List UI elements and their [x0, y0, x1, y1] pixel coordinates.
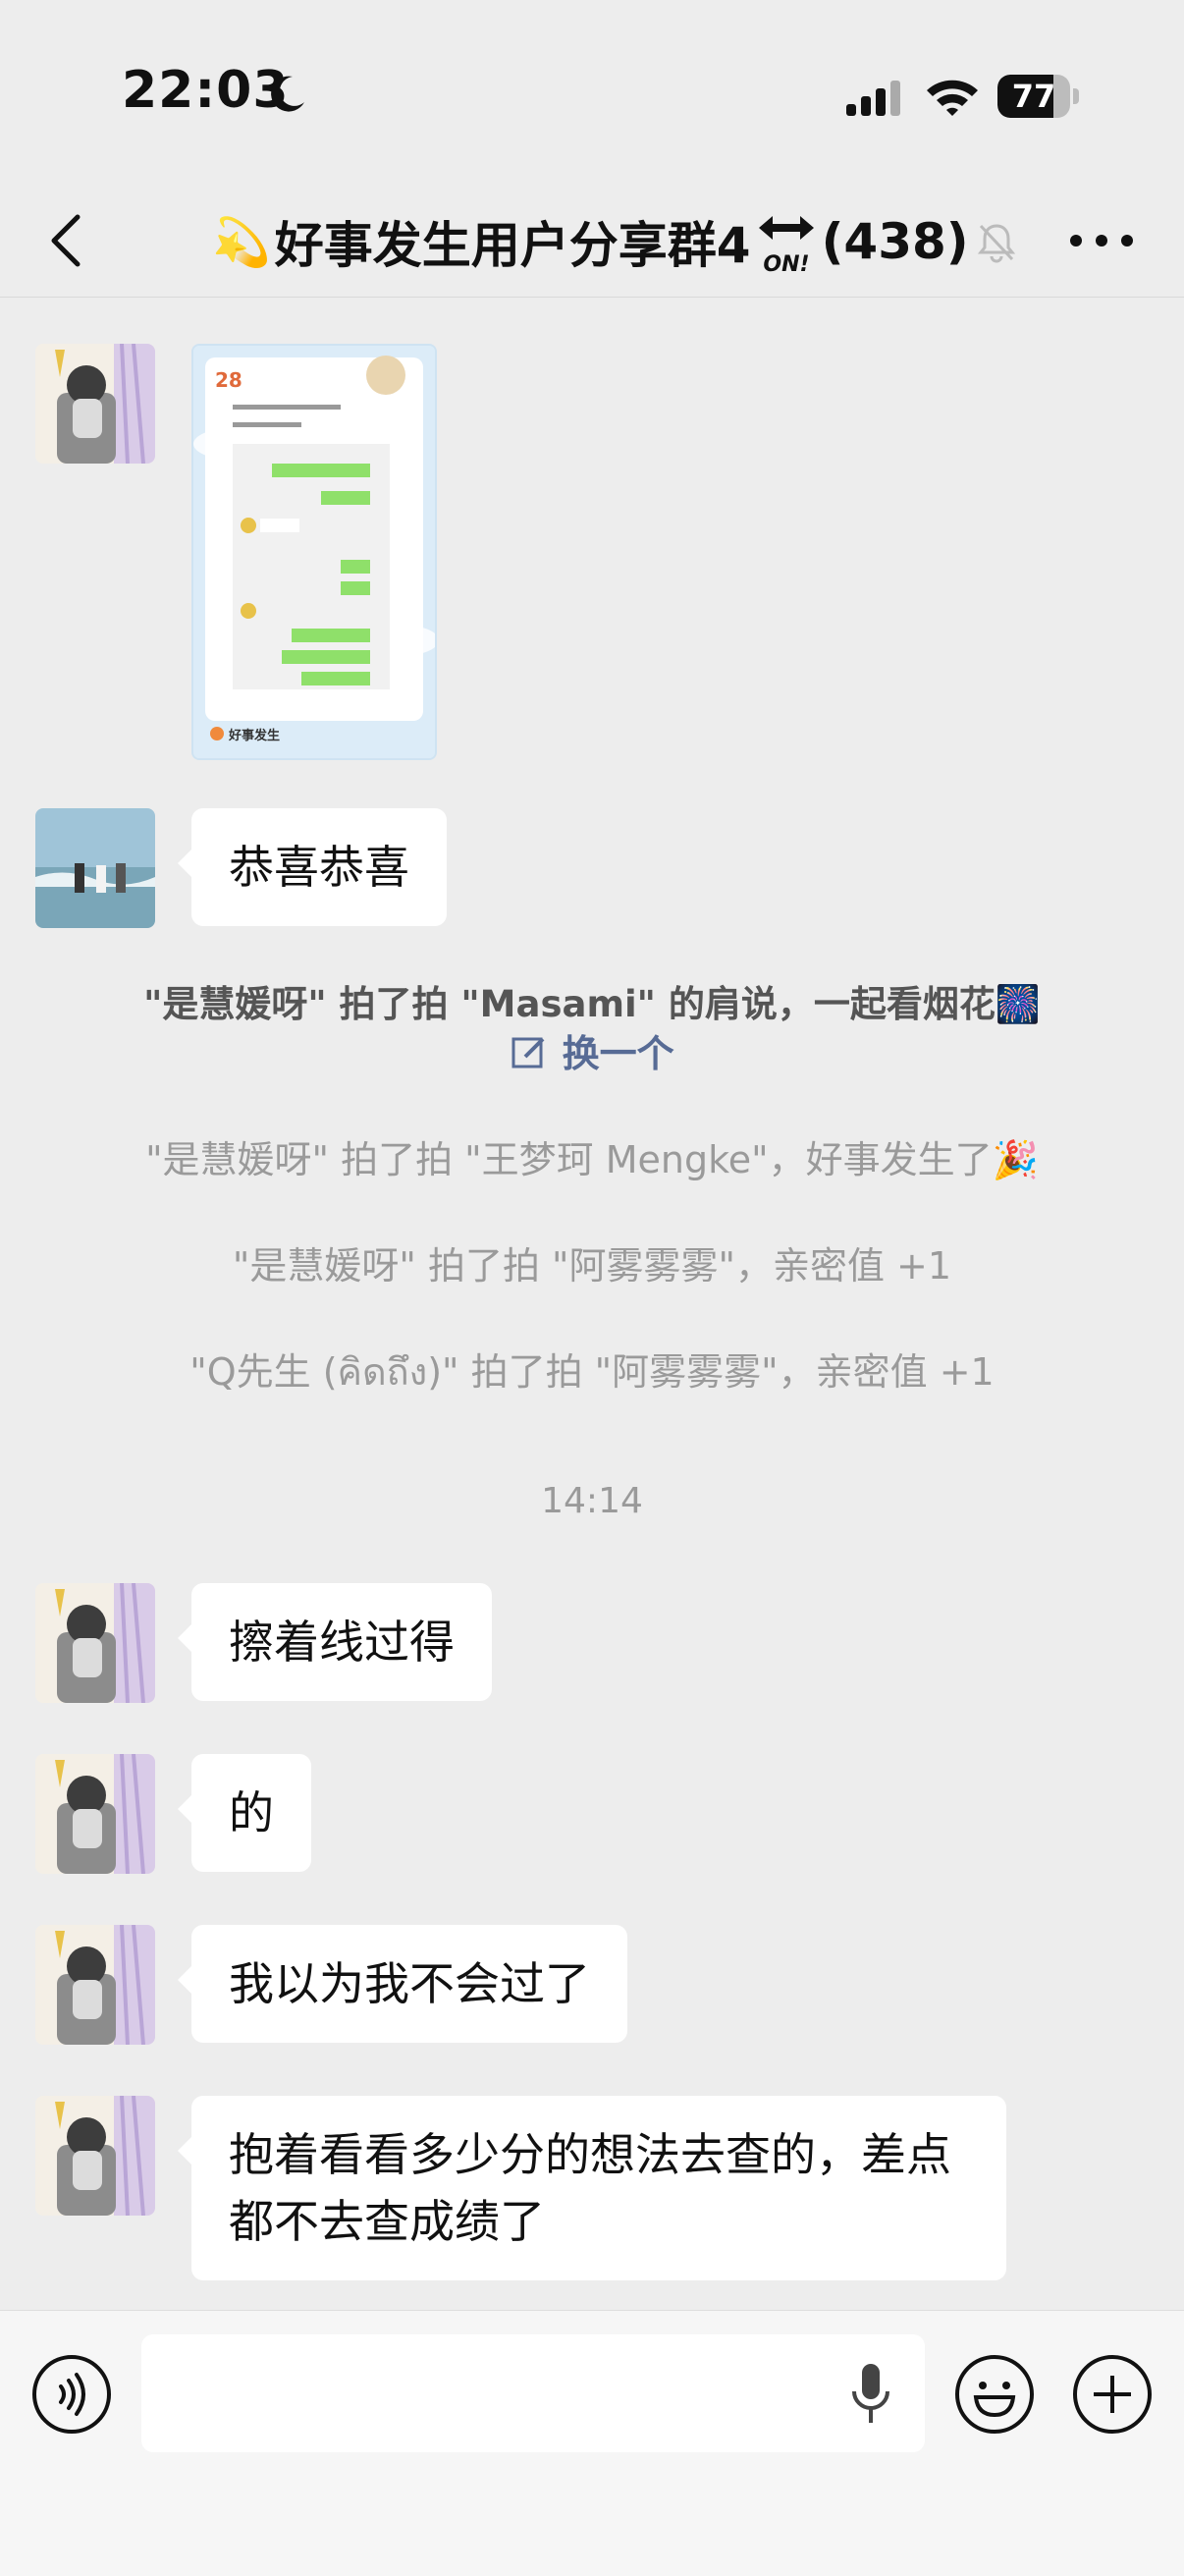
voice-icon[interactable]: [31, 2354, 112, 2435]
more-options-button[interactable]: [1070, 216, 1133, 265]
status-bar: 22:03 77: [0, 0, 1184, 187]
system-pat-message: "是慧媛呀" 拍了拍 "阿雾雾雾"，亲密值 +1: [232, 1244, 952, 1288]
avatar[interactable]: [35, 344, 155, 464]
wifi-icon: [927, 80, 978, 116]
member-count: (438): [821, 213, 969, 270]
message-bubble[interactable]: 擦着线过得: [178, 1583, 492, 1701]
edit-icon: [511, 1037, 545, 1069]
back-arrow-icon: [51, 214, 81, 267]
emoji-icon[interactable]: [954, 2354, 1035, 2435]
mic-icon[interactable]: [846, 2360, 895, 2429]
arrows-on-icon: ON!: [758, 216, 814, 277]
system-pat-message: "是慧媛呀" 拍了拍 "Masami" 的肩说，一起看烟花🎆: [143, 983, 1041, 1025]
card-date: 28: [215, 368, 242, 392]
message-bubble[interactable]: 抱着看看多少分的想法去查的，差点都不去查成绩了: [178, 2096, 1006, 2280]
avatar[interactable]: [35, 1583, 155, 1703]
status-time: 22:03: [122, 61, 290, 120]
back-button[interactable]: [35, 206, 94, 275]
system-pat-message: "是慧媛呀" 拍了拍 "王梦珂 Mengke"，好事发生了🎉: [145, 1138, 1039, 1181]
message-bubble[interactable]: 我以为我不会过了: [178, 1925, 627, 2043]
sparkle-emoji: 💫: [212, 214, 271, 270]
change-one-link[interactable]: 换一个: [0, 1023, 1184, 1077]
avatar[interactable]: [35, 1925, 155, 2045]
card-brand: 好事发生: [228, 728, 280, 743]
more-dots-icon: [1070, 235, 1082, 247]
message-bubble[interactable]: 的: [178, 1754, 311, 1872]
chat-title: 💫 好事发生用户分享群4 ON! (438): [212, 204, 1018, 279]
plus-icon[interactable]: [1072, 2354, 1153, 2435]
message-bubble[interactable]: 恭喜恭喜: [178, 808, 447, 926]
change-one-label: 换一个: [562, 1032, 674, 1075]
svg-text:ON!: ON!: [763, 252, 809, 277]
moon-icon: [271, 76, 304, 112]
battery-level: 77: [1011, 78, 1056, 115]
signal-icon: [846, 81, 900, 116]
group-name: 好事发生用户分享群4: [274, 217, 751, 274]
input-bar: [0, 2310, 1184, 2576]
avatar[interactable]: [35, 2096, 155, 2216]
mute-bell-icon: [977, 224, 1015, 263]
timestamp: 14:14: [541, 1481, 643, 1521]
message-input[interactable]: [141, 2334, 925, 2452]
avatar[interactable]: [35, 808, 155, 928]
shared-image[interactable]: 28 好事发生: [191, 344, 437, 760]
battery-indicator: 77: [997, 75, 1080, 118]
avatar[interactable]: [35, 1754, 155, 1874]
chat-header: 💫 好事发生用户分享群4 ON! (438): [0, 187, 1184, 298]
system-pat-message: "Q先生 (คิดถึง)" 拍了拍 "阿雾雾雾"，亲密值 +1: [189, 1350, 995, 1394]
